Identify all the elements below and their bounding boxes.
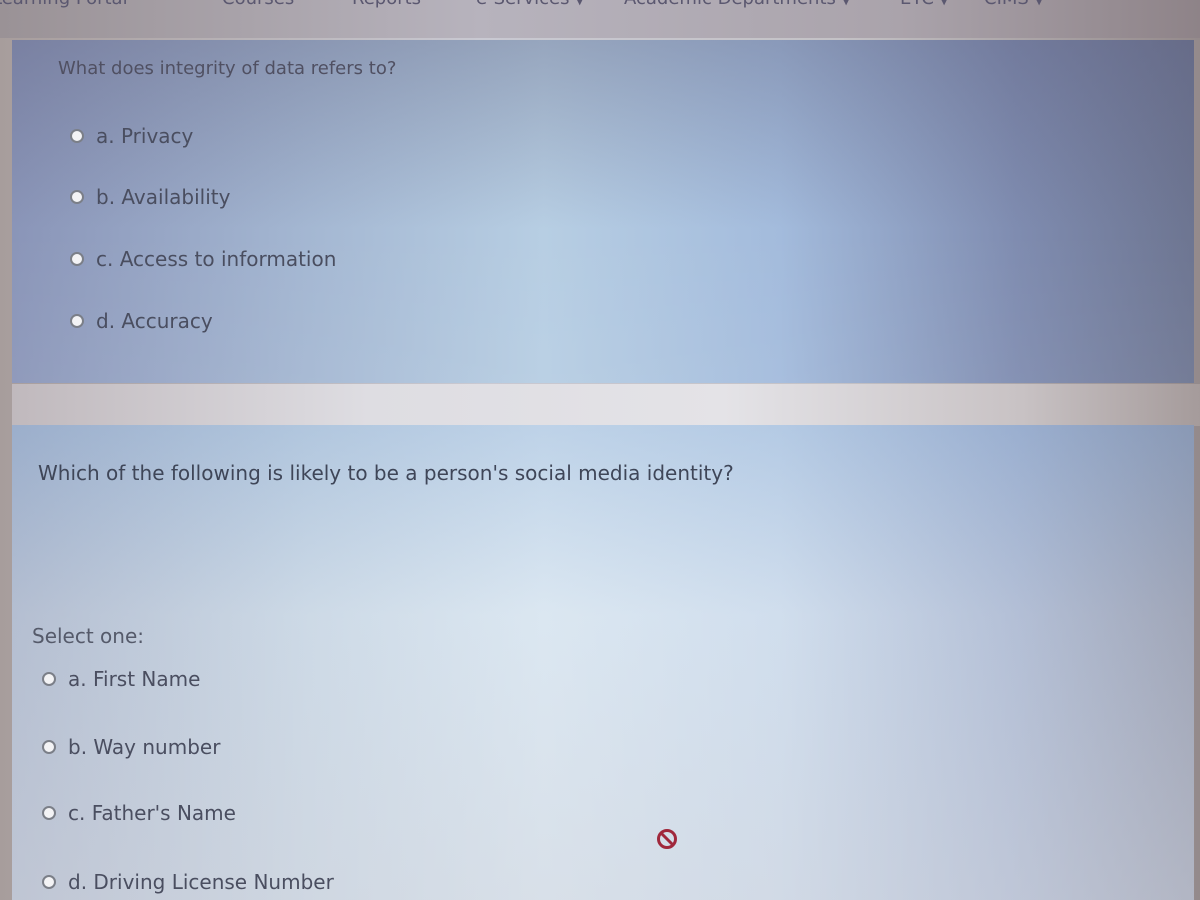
nav-label: e-Services — [476, 0, 569, 9]
option-label: a. Privacy — [96, 124, 194, 148]
question-2-panel: Which of the following is likely to be a… — [12, 425, 1194, 900]
chevron-down-icon: ▼ — [1034, 0, 1044, 7]
nav-item-courses[interactable]: Courses — [222, 0, 294, 9]
chevron-down-icon: ▼ — [575, 0, 584, 7]
option-label: b. Availability — [96, 185, 231, 209]
option-label: a. First Name — [68, 667, 201, 691]
q1-option-c[interactable]: c. Access to information — [70, 247, 336, 271]
nav-item-learning-portal[interactable]: Learning Portal — [0, 0, 128, 9]
radio-button[interactable] — [70, 314, 84, 328]
q1-option-d[interactable]: d. Accuracy — [70, 309, 213, 333]
chevron-down-icon: ▼ — [939, 0, 949, 7]
nav-label: Learning Portal — [0, 0, 128, 9]
nav-item-etc[interactable]: ETC ▼ — [900, 0, 948, 9]
radio-button[interactable] — [70, 129, 84, 143]
question-1-panel: What does integrity of data refers to? a… — [12, 40, 1194, 383]
q2-option-b[interactable]: b. Way number — [42, 735, 220, 759]
radio-button[interactable] — [70, 252, 84, 266]
q1-option-a[interactable]: a. Privacy — [70, 124, 193, 148]
option-label: b. Way number — [68, 735, 221, 759]
chevron-down-icon: ▼ — [841, 0, 851, 7]
question-1-text: What does integrity of data refers to? — [58, 58, 397, 79]
nav-item-reports[interactable]: Reports — [352, 0, 421, 9]
nav-label: Academic Departments — [624, 0, 836, 9]
panel-separator — [12, 384, 1200, 426]
radio-button[interactable] — [42, 740, 56, 754]
nav-item-e-services[interactable]: e-Services ▼ — [476, 0, 584, 9]
nav-label: CIMS — [984, 0, 1029, 9]
option-label: d. Driving License Number — [68, 870, 334, 894]
radio-button[interactable] — [70, 190, 84, 204]
nav-item-cims[interactable]: CIMS ▼ — [984, 0, 1043, 9]
nav-item-academic-departments[interactable]: Academic Departments ▼ — [624, 0, 850, 9]
option-label: c. Access to information — [96, 247, 337, 271]
option-label: c. Father's Name — [68, 801, 236, 825]
q2-option-c[interactable]: c. Father's Name — [42, 801, 236, 825]
select-one-prompt: Select one: — [32, 624, 145, 648]
q2-option-d[interactable]: d. Driving License Number — [42, 870, 334, 894]
radio-button[interactable] — [42, 672, 56, 686]
option-label: d. Accuracy — [96, 309, 213, 333]
q1-option-b[interactable]: b. Availability — [70, 185, 230, 209]
not-allowed-icon — [657, 829, 677, 849]
question-2-text: Which of the following is likely to be a… — [38, 461, 734, 485]
nav-label: Reports — [352, 0, 421, 9]
nav-label: ETC — [900, 0, 934, 9]
top-navigation-bar: Learning Portal Courses Reports e-Servic… — [0, 0, 1200, 38]
q2-option-a[interactable]: a. First Name — [42, 667, 200, 691]
radio-button[interactable] — [42, 806, 56, 820]
panel-shade — [12, 425, 1194, 900]
radio-button[interactable] — [42, 875, 56, 889]
nav-label: Courses — [222, 0, 294, 9]
